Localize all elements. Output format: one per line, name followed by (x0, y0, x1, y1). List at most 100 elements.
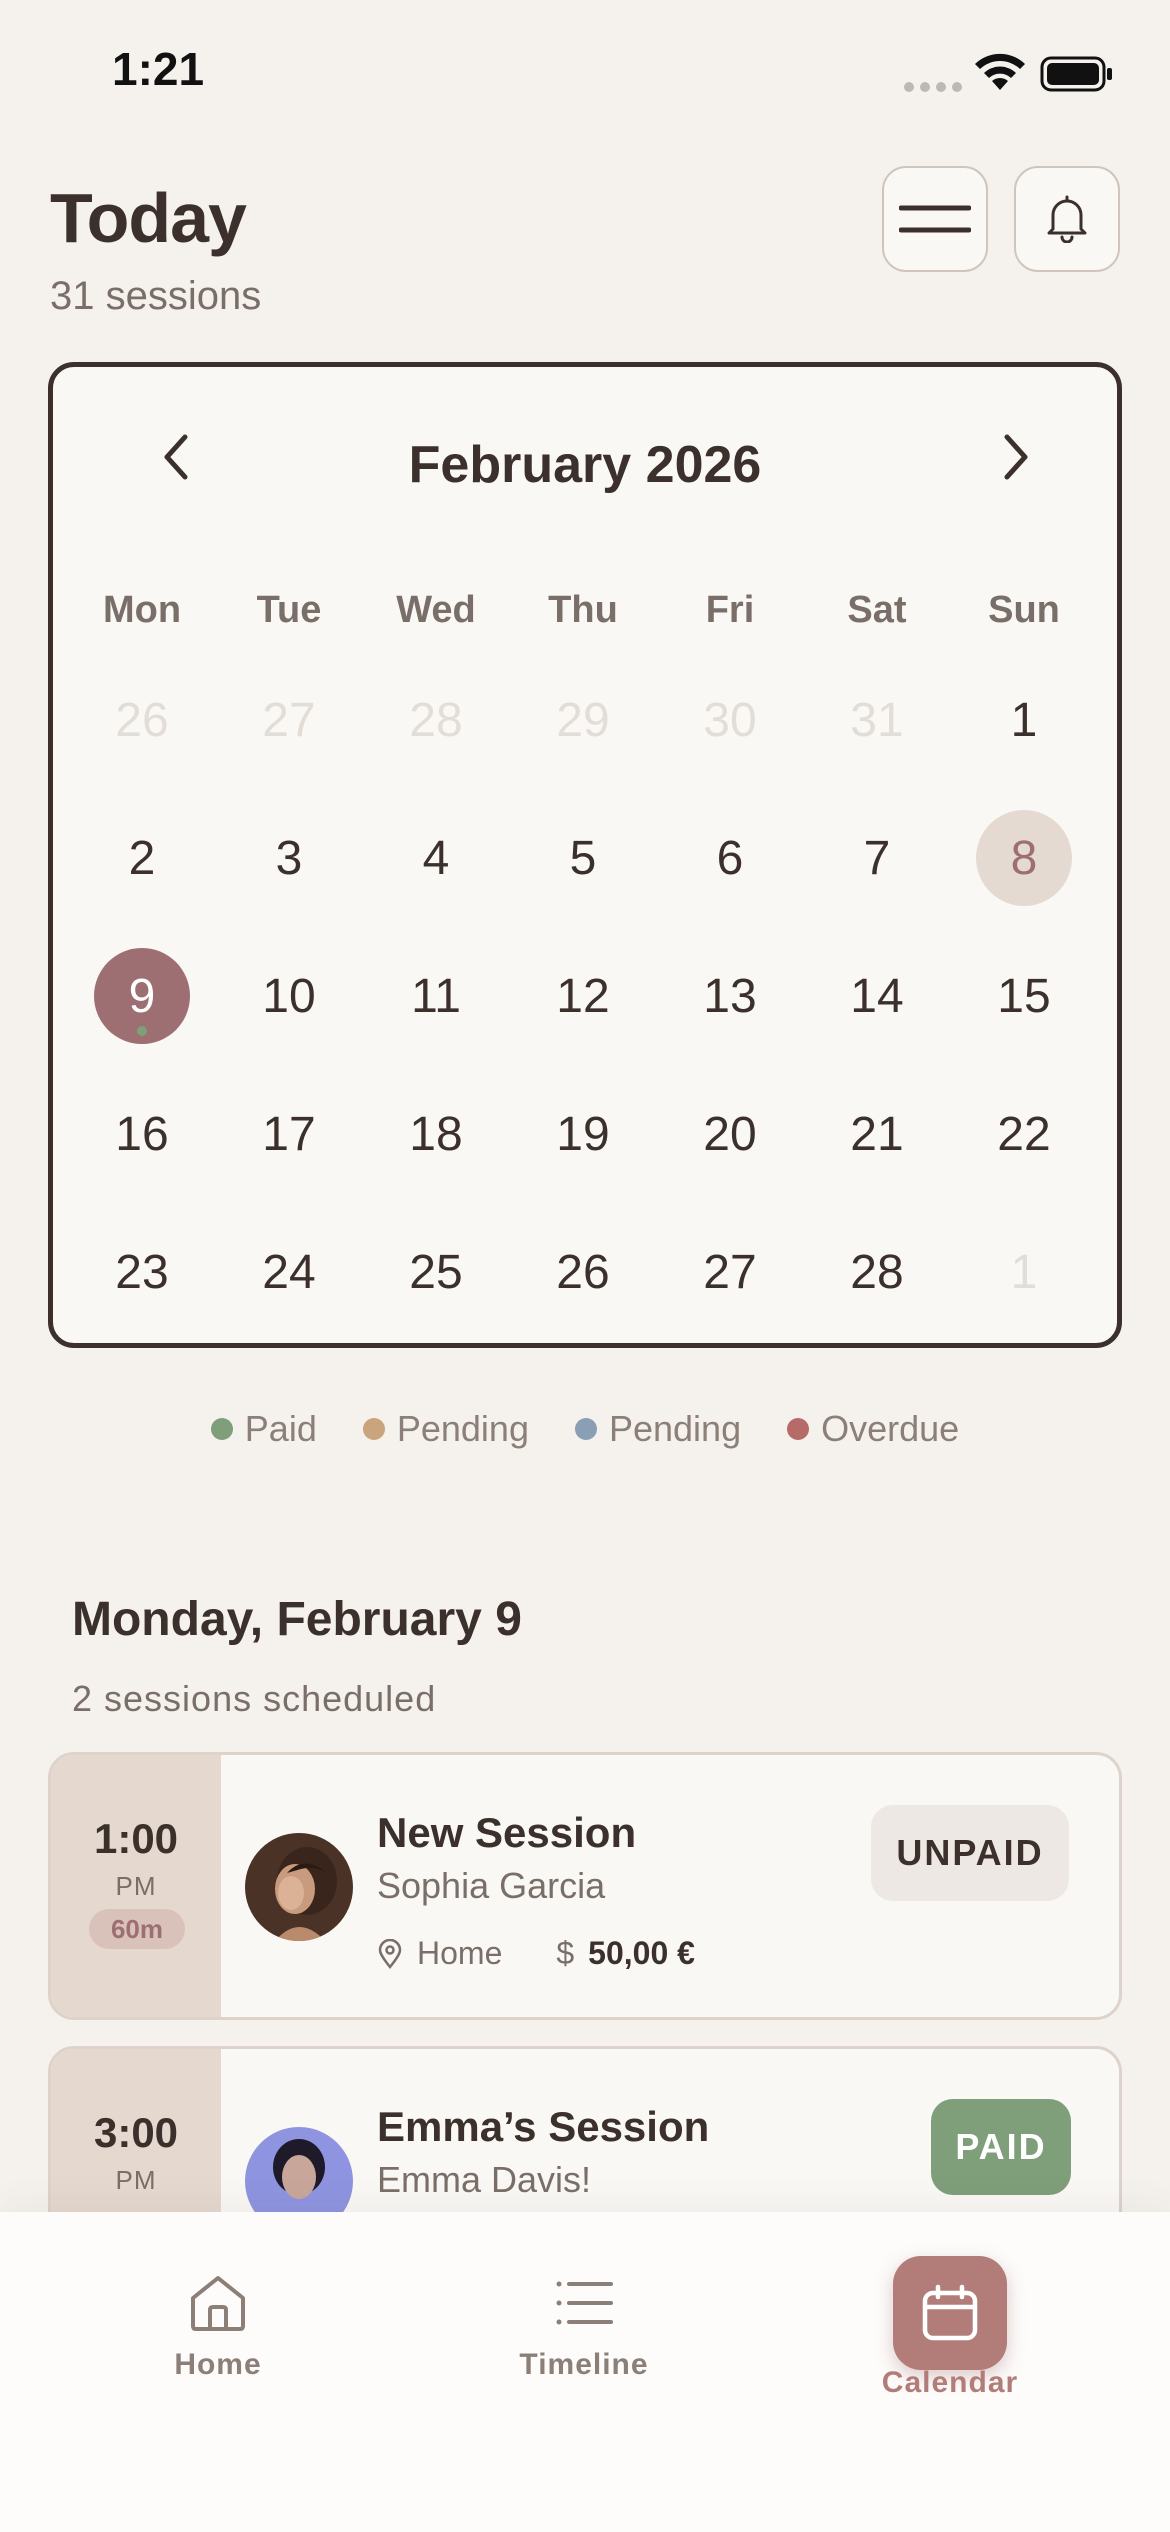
day-number: 7 (863, 831, 891, 885)
day-number: 17 (262, 1107, 316, 1161)
calendar-day[interactable]: 14 (817, 946, 937, 1046)
sessions-count: 31 sessions (50, 274, 262, 318)
calendar-day[interactable]: 13 (670, 946, 790, 1046)
calendar-day-outside[interactable]: 27 (229, 670, 349, 770)
nav-timeline[interactable]: Timeline (464, 2272, 704, 2382)
calendar-day[interactable]: 22 (964, 1084, 1084, 1184)
legend-label: Pending (396, 1408, 529, 1449)
calendar-day[interactable]: 12 (523, 946, 643, 1046)
day-number: 24 (262, 1245, 316, 1299)
calendar-day[interactable]: 19 (523, 1084, 643, 1184)
session-title: Emma’s Session (377, 2103, 710, 2150)
day-number: 1 (1010, 693, 1038, 747)
calendar-card: February 2026 Mon Tue Wed Thu Fri Sat Su… (48, 362, 1122, 1348)
nav-calendar[interactable]: Calendar (830, 2256, 1070, 2400)
day-number: 8 (1010, 831, 1038, 885)
day-number: 27 (262, 693, 316, 747)
calendar-day[interactable]: 3 (229, 808, 349, 908)
selected-day-subtitle: 2 sessions scheduled (72, 1678, 437, 1719)
battery-icon (1040, 56, 1112, 92)
page-title: Today (50, 179, 247, 257)
calendar-day-selected[interactable]: 9 (82, 946, 202, 1046)
calendar-day[interactable]: 1 (964, 670, 1084, 770)
calendar-day[interactable]: 4 (376, 808, 496, 908)
session-title: New Session (377, 1809, 637, 1856)
calendar-day[interactable]: 27 (670, 1222, 790, 1322)
legend-dot (574, 1418, 597, 1440)
location-pin-icon (378, 1938, 402, 1969)
day-number: 29 (556, 693, 610, 747)
session-price: 50,00 € (588, 1935, 695, 1971)
day-number: 5 (569, 831, 597, 885)
day-number: 2 (128, 831, 156, 885)
session-card[interactable]: 1:00 PM 60m New Session Sophia Garcia Ho… (48, 1752, 1122, 2020)
legend-dot (210, 1418, 233, 1440)
wifi-icon (975, 53, 1025, 90)
weekday-tue: Tue (256, 589, 322, 631)
calendar-day[interactable]: 24 (229, 1222, 349, 1322)
calendar-day[interactable]: 6 (670, 808, 790, 908)
selected-day-title: Monday, February 9 (72, 1593, 522, 1646)
calendar-day[interactable]: 18 (376, 1084, 496, 1184)
day-number: 28 (850, 1245, 904, 1299)
calendar-day[interactable]: 20 (670, 1084, 790, 1184)
calendar-day[interactable]: 7 (817, 808, 937, 908)
calendar-day[interactable]: 16 (82, 1084, 202, 1184)
calendar-month-label: February 2026 (408, 436, 762, 494)
day-number: 26 (115, 693, 169, 747)
calendar-day[interactable]: 11 (376, 946, 496, 1046)
chevron-right-icon (1004, 434, 1028, 480)
calendar-day-outside[interactable]: 31 (817, 670, 937, 770)
session-duration: 60m (89, 1909, 185, 1949)
calendar-day-outside[interactable]: 1 (964, 1222, 1084, 1322)
calendar-day-outside[interactable]: 28 (376, 670, 496, 770)
calendar-day[interactable]: 23 (82, 1222, 202, 1322)
day-number: 18 (409, 1107, 463, 1161)
session-time: 1:00 (93, 1815, 179, 1862)
calendar-day[interactable]: 21 (817, 1084, 937, 1184)
day-number: 16 (115, 1107, 169, 1161)
status-legend: Paid Pending Pending Overdue (0, 1408, 1170, 1450)
bell-icon (1047, 195, 1087, 243)
calendar-day-outside[interactable]: 29 (523, 670, 643, 770)
status-badge-unpaid[interactable]: UNPAID (871, 1805, 1069, 1901)
legend-dot (362, 1418, 385, 1440)
calendar-day-today[interactable]: 8 (964, 808, 1084, 908)
session-time: 3:00 (93, 2109, 179, 2156)
bottom-navigation: Home Timeline Calendar (0, 2212, 1170, 2532)
day-number: 28 (409, 693, 463, 747)
calendar-day[interactable]: 15 (964, 946, 1084, 1046)
status-badge-paid[interactable]: PAID (931, 2099, 1071, 2195)
next-month-button[interactable] (991, 427, 1041, 487)
weekday-sat: Sat (847, 589, 907, 631)
session-client: Sophia Garcia (377, 1865, 606, 1906)
calendar-day[interactable]: 10 (229, 946, 349, 1046)
legend-dot (787, 1418, 810, 1440)
day-number: 9 (128, 969, 156, 1023)
notifications-button[interactable] (1014, 166, 1120, 272)
calendar-day-outside[interactable]: 30 (670, 670, 790, 770)
day-number: 27 (703, 1245, 757, 1299)
calendar-day[interactable]: 25 (376, 1222, 496, 1322)
weekday-thu: Thu (548, 589, 618, 631)
day-number: 30 (703, 693, 757, 747)
client-avatar (245, 1833, 353, 1941)
session-client: Emma Davis! (377, 2159, 592, 2200)
legend-item-paid: Paid (210, 1408, 317, 1450)
calendar-day[interactable]: 28 (817, 1222, 937, 1322)
calendar-day-outside[interactable]: 26 (82, 670, 202, 770)
calendar-day[interactable]: 26 (523, 1222, 643, 1322)
day-number: 1 (1010, 1245, 1038, 1299)
day-number: 14 (850, 969, 904, 1023)
calendar-day[interactable]: 5 (523, 808, 643, 908)
session-meta: Home $ 50,00 € (377, 1935, 695, 1972)
menu-button[interactable] (882, 166, 988, 272)
day-number: 26 (556, 1245, 610, 1299)
calendar-day[interactable]: 17 (229, 1084, 349, 1184)
nav-home[interactable]: Home (98, 2272, 338, 2382)
day-number: 4 (422, 831, 450, 885)
status-time: 1:21 (112, 43, 205, 95)
legend-label: Overdue (821, 1408, 960, 1449)
calendar-day[interactable]: 2 (82, 808, 202, 908)
menu-icon (899, 205, 971, 233)
